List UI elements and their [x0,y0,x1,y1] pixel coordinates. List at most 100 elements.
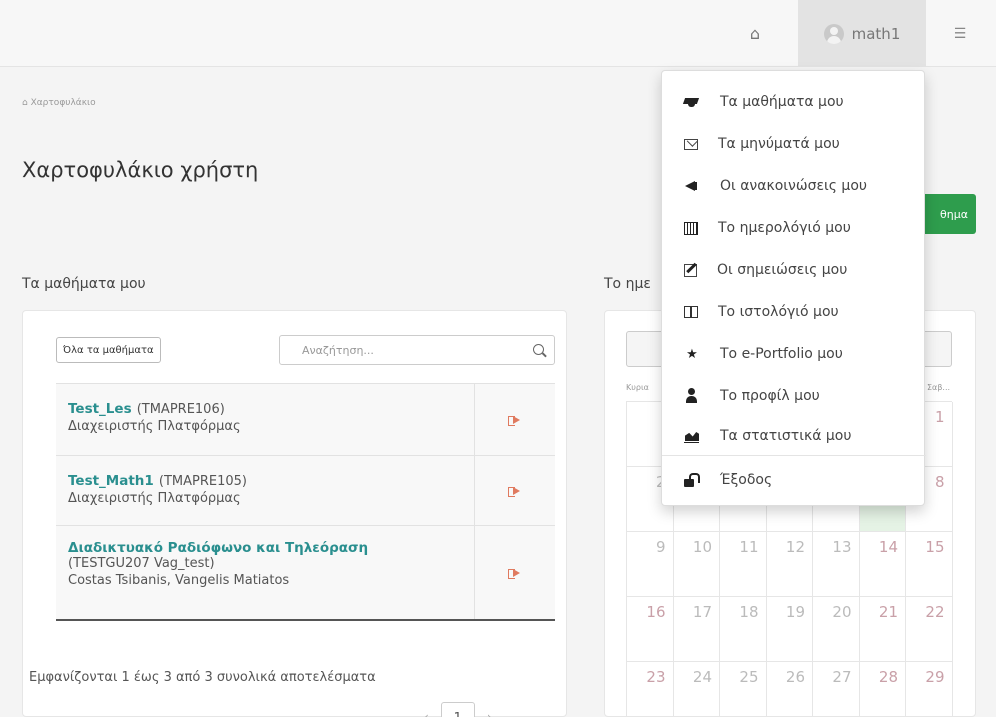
calendar-day[interactable]: 25 [720,662,767,717]
results-info: Εμφανίζονται 1 έως 3 από 3 συνολικά αποτ… [29,670,376,685]
search-icon[interactable] [533,344,544,355]
calendar-day[interactable]: 26 [767,662,813,717]
page-title: Χαρτοφυλάκιο χρήστη [22,158,259,182]
edit-icon [684,263,697,277]
course-code: (TMAPRE105) [158,474,247,489]
menu-item-label: Οι ανακοινώσεις μου [720,178,867,194]
menu-item-label: Οι σημειώσεις μου [717,262,848,278]
weekday-label: Κυρια [626,383,649,392]
breadcrumb-item[interactable]: Χαρτοφυλάκιο [31,98,96,108]
calendar-icon [684,221,698,235]
calendar-day[interactable]: 10 [673,532,720,597]
calendar-day[interactable]: 18 [720,597,767,662]
home-icon: ⌂ [749,24,761,43]
menu-item-my-profile[interactable]: Το προφίλ μου [662,376,926,416]
menu-item-my-courses[interactable]: Τα μαθήματα μου [662,82,926,122]
course-link[interactable]: Διαδικτυακό Ραδιόφωνο και Τηλεόραση [68,540,462,556]
top-navbar: ⌂ math1 ☰ [0,0,996,67]
sign-in-icon [508,486,522,497]
course-subtitle: Διαχειριστής Πλατφόρμας [68,419,241,434]
course-link[interactable]: Test_Les [68,401,132,417]
menu-item-label: Το e-Portfolio μου [720,346,843,362]
courses-table: Test_Les (TMAPRE106) Διαχειριστής Πλατφό… [56,383,555,621]
calendar-day[interactable]: 24 [674,662,720,717]
table-row: Test_Math1 (TMAPRE105) Διαχειριστής Πλατ… [56,456,555,526]
menu-item-label: Τα στατιστικά μου [720,428,852,444]
table-row: Test_Les (TMAPRE106) Διαχειριστής Πλατφό… [56,384,555,456]
sliders-icon: ☰ [953,25,967,42]
menu-item-label: Έξοδος [720,472,773,488]
graduation-cap-icon [684,94,700,110]
course-search-input[interactable]: Αναζήτηση... [279,335,555,365]
course-code: (TMAPRE106) [136,402,225,417]
menu-item-my-blog[interactable]: Το ιστολόγιό μου [662,292,926,332]
menu-item-my-statistics[interactable]: Τα στατιστικά μου [662,416,926,456]
calendar-day[interactable]: 15 [906,532,953,597]
menu-item-label: Τα μηνύματά μου [718,136,840,152]
menu-item-label: Το ιστολόγιό μου [718,304,839,320]
user-menu-toggle[interactable]: math1 [798,0,926,67]
course-code: (TESTGU207 Vag_test) [68,556,215,571]
menu-item-logout[interactable]: Έξοδος [662,460,926,500]
username-label: math1 [851,24,901,43]
area-chart-icon [684,428,700,444]
calendar-day[interactable]: 9 [627,532,674,597]
menu-item-my-messages[interactable]: Τα μηνύματά μου [662,124,926,164]
calendar-heading: Το ημε [604,276,651,292]
course-cell: Test_Math1 (TMAPRE105) Διαχειριστής Πλατ… [56,456,475,525]
course-link[interactable]: Test_Math1 [68,473,154,489]
user-icon [684,388,700,404]
menu-item-my-announcements[interactable]: Οι ανακοινώσεις μου [662,166,926,206]
star-icon: ★ [686,346,698,362]
user-avatar-icon [823,23,844,44]
course-cell: Test_Les (TMAPRE106) Διαχειριστής Πλατφό… [56,384,475,455]
table-row: Διαδικτυακό Ραδιόφωνο και Τηλεόραση (TES… [56,526,555,621]
blog-icon [684,306,698,318]
calendar-day[interactable]: 11 [720,532,767,597]
calendar-day[interactable]: 21 [859,597,906,662]
user-dropdown-menu: Τα μαθήματα μου Τα μηνύματά μου Οι ανακο… [661,70,926,506]
course-subtitle: Διαχειριστής Πλατφόρμας [68,491,241,506]
calendar-day[interactable]: 14 [859,532,906,597]
calendar-day[interactable]: 17 [673,597,720,662]
calendar-day[interactable]: 20 [813,597,860,662]
menu-divider [662,455,926,456]
calendar-day[interactable]: 16 [627,597,674,662]
calendar-day[interactable]: 27 [813,662,860,717]
bullhorn-icon [684,178,700,194]
calendar-day[interactable]: 19 [766,597,813,662]
home-icon: ⌂ [22,98,31,108]
menu-item-label: Το ημερολόγιό μου [718,220,851,236]
calendar-day[interactable]: 29 [906,662,953,717]
calendar-day[interactable]: 13 [813,532,860,597]
course-subtitle: Costas Tsibanis, Vangelis Matiatos [68,573,290,588]
all-courses-button[interactable]: Όλα τα μαθήματα [56,337,161,363]
settings-button[interactable]: ☰ [940,0,980,67]
prev-page-button[interactable]: ‹ [424,710,429,717]
course-cell: Διαδικτυακό Ραδιόφωνο και Τηλεόραση (TES… [56,526,475,619]
enter-course-button[interactable] [475,526,555,619]
enter-course-button[interactable] [475,384,555,455]
menu-item-label: Τα μαθήματα μου [720,94,844,110]
home-button[interactable]: ⌂ [712,0,798,67]
breadcrumb: ⌂ Χαρτοφυλάκιο [22,98,96,108]
menu-item-label: Το προφίλ μου [720,388,820,404]
menu-item-eportfolio[interactable]: ★ Το e-Portfolio μου [662,334,926,374]
pagination: ‹ 1 › [424,702,492,717]
calendar-day[interactable]: 12 [766,532,813,597]
calendar-day[interactable]: 28 [860,662,906,717]
unlock-icon [684,472,700,488]
courses-panel: Όλα τα μαθήματα Αναζήτηση... Test_Les (T… [22,310,567,717]
calendar-prev-button[interactable] [626,331,666,367]
page-1-button[interactable]: 1 [440,702,475,717]
enter-course-button[interactable] [475,456,555,525]
menu-item-my-calendar[interactable]: Το ημερολόγιό μου [662,208,926,248]
next-page-button[interactable]: › [487,710,492,717]
calendar-day[interactable]: 23 [627,662,674,717]
calendar-day[interactable]: 22 [906,597,953,662]
menu-item-my-notes[interactable]: Οι σημειώσεις μου [662,250,926,290]
search-placeholder: Αναζήτηση... [302,344,374,357]
sign-in-icon [508,415,522,426]
weekday-label: Σαβ... [927,383,951,392]
envelope-icon [684,138,698,150]
